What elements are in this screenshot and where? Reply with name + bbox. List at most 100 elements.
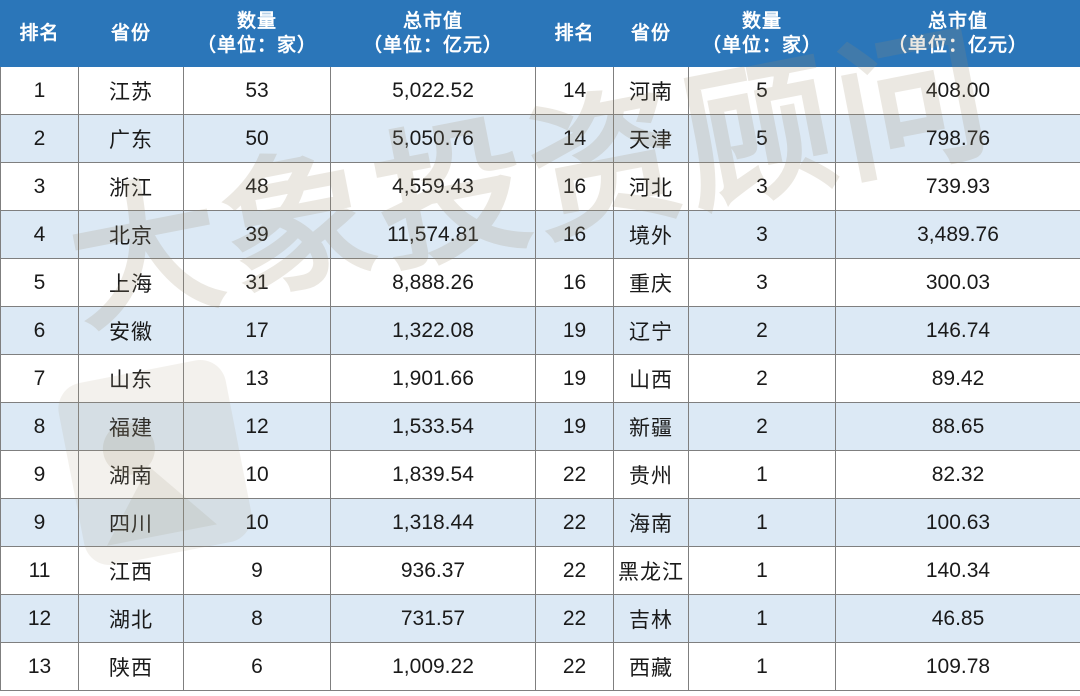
value-cell-left: 1,839.54 [330, 450, 536, 499]
value-cell-left: 1,533.54 [330, 402, 536, 451]
count-cell-left: 6 [183, 642, 331, 691]
value-cell-right: 408.00 [835, 66, 1080, 115]
province-cell-left: 江西 [78, 546, 184, 595]
count-cell-right: 1 [688, 546, 836, 595]
rank-cell-left: 6 [0, 306, 79, 355]
value-cell-right: 3,489.76 [835, 210, 1080, 259]
province-cell-right: 山西 [613, 354, 689, 403]
table-row: 5 上海 31 8,888.26 16 重庆 3 300.03 [0, 258, 1080, 307]
count-cell-right: 1 [688, 594, 836, 643]
table-row: 9 湖南 10 1,839.54 22 贵州 1 82.32 [0, 450, 1080, 499]
header-value-left-line1: 总市值 [402, 10, 463, 33]
province-cell-right: 西藏 [613, 642, 689, 691]
province-cell-left: 福建 [78, 402, 184, 451]
province-cell-right: 新疆 [613, 402, 689, 451]
count-cell-right: 2 [688, 306, 836, 355]
rank-cell-right: 22 [535, 546, 614, 595]
province-cell-left: 陕西 [78, 642, 184, 691]
count-cell-right: 2 [688, 402, 836, 451]
province-cell-left: 湖北 [78, 594, 184, 643]
province-cell-left: 安徽 [78, 306, 184, 355]
count-cell-right: 3 [688, 210, 836, 259]
table-row: 4 北京 39 11,574.81 16 境外 3 3,489.76 [0, 210, 1080, 259]
header-count-right-line1: 数量 [741, 10, 782, 33]
rank-cell-left: 7 [0, 354, 79, 403]
province-cell-left: 山东 [78, 354, 184, 403]
province-cell-left: 四川 [78, 498, 184, 547]
table-row: 9 四川 10 1,318.44 22 海南 1 100.63 [0, 498, 1080, 547]
count-cell-right: 1 [688, 498, 836, 547]
table-row: 1 江苏 53 5,022.52 14 河南 5 408.00 [0, 66, 1080, 115]
value-cell-left: 1,901.66 [330, 354, 536, 403]
value-cell-left: 5,050.76 [330, 114, 536, 163]
count-cell-right: 5 [688, 114, 836, 163]
value-cell-left: 4,559.43 [330, 162, 536, 211]
province-cell-right: 辽宁 [613, 306, 689, 355]
rank-cell-right: 16 [535, 210, 614, 259]
province-listing-table: 排名 省份 数量 （单位：家） 总市值 （单位：亿元） 排名 省份 数量 （单位… [0, 0, 1080, 691]
header-count-left-line1: 数量 [236, 10, 277, 33]
province-cell-left: 广东 [78, 114, 184, 163]
rank-cell-left: 1 [0, 66, 79, 115]
table-row: 8 福建 12 1,533.54 19 新疆 2 88.65 [0, 402, 1080, 451]
count-cell-right: 3 [688, 258, 836, 307]
province-cell-right: 境外 [613, 210, 689, 259]
table-row: 7 山东 13 1,901.66 19 山西 2 89.42 [0, 354, 1080, 403]
value-cell-right: 88.65 [835, 402, 1080, 451]
rank-cell-left: 8 [0, 402, 79, 451]
spreadsheet-table-image: 大象投资顾问 排名 省份 数量 （单位：家） 总市值 （单位：亿元） 排名 省份 [0, 0, 1080, 696]
rank-cell-left: 2 [0, 114, 79, 163]
value-cell-right: 109.78 [835, 642, 1080, 691]
province-cell-right: 河北 [613, 162, 689, 211]
header-value-right: 总市值 （单位：亿元） [835, 0, 1080, 67]
rank-cell-left: 4 [0, 210, 79, 259]
header-count-right: 数量 （单位：家） [688, 0, 836, 67]
count-cell-left: 50 [183, 114, 331, 163]
count-cell-left: 53 [183, 66, 331, 115]
rank-cell-left: 5 [0, 258, 79, 307]
rank-cell-right: 16 [535, 162, 614, 211]
value-cell-left: 936.37 [330, 546, 536, 595]
table-row: 11 江西 9 936.37 22 黑龙江 1 140.34 [0, 546, 1080, 595]
header-rank-left: 排名 [0, 0, 79, 67]
count-cell-left: 39 [183, 210, 331, 259]
value-cell-right: 46.85 [835, 594, 1080, 643]
rank-cell-right: 22 [535, 594, 614, 643]
rank-cell-left: 12 [0, 594, 79, 643]
rank-cell-right: 14 [535, 66, 614, 115]
province-cell-right: 吉林 [613, 594, 689, 643]
province-cell-right: 黑龙江 [613, 546, 689, 595]
header-value-right-line2: （单位：亿元） [887, 33, 1028, 56]
rank-cell-right: 19 [535, 402, 614, 451]
count-cell-left: 10 [183, 450, 331, 499]
province-cell-right: 贵州 [613, 450, 689, 499]
table-header-row: 排名 省份 数量 （单位：家） 总市值 （单位：亿元） 排名 省份 数量 （单位… [0, 0, 1080, 67]
province-cell-right: 海南 [613, 498, 689, 547]
table-row: 3 浙江 48 4,559.43 16 河北 3 739.93 [0, 162, 1080, 211]
province-cell-left: 湖南 [78, 450, 184, 499]
rank-cell-left: 9 [0, 450, 79, 499]
rank-cell-right: 19 [535, 306, 614, 355]
table-row: 13 陕西 6 1,009.22 22 西藏 1 109.78 [0, 642, 1080, 691]
table-body: 1 江苏 53 5,022.52 14 河南 5 408.00 2 广东 50 5,050.76 14 天… [0, 66, 1080, 691]
rank-cell-left: 13 [0, 642, 79, 691]
rank-cell-right: 14 [535, 114, 614, 163]
province-cell-left: 浙江 [78, 162, 184, 211]
count-cell-right: 1 [688, 450, 836, 499]
rank-cell-right: 22 [535, 642, 614, 691]
rank-cell-right: 22 [535, 498, 614, 547]
count-cell-left: 9 [183, 546, 331, 595]
province-cell-left: 江苏 [78, 66, 184, 115]
province-cell-right: 重庆 [613, 258, 689, 307]
count-cell-right: 2 [688, 354, 836, 403]
value-cell-right: 798.76 [835, 114, 1080, 163]
header-count-left: 数量 （单位：家） [183, 0, 331, 67]
count-cell-left: 13 [183, 354, 331, 403]
table-row: 12 湖北 8 731.57 22 吉林 1 46.85 [0, 594, 1080, 643]
value-cell-right: 140.34 [835, 546, 1080, 595]
value-cell-left: 1,318.44 [330, 498, 536, 547]
value-cell-right: 89.42 [835, 354, 1080, 403]
count-cell-left: 8 [183, 594, 331, 643]
header-province-left: 省份 [78, 0, 184, 67]
rank-cell-left: 11 [0, 546, 79, 595]
